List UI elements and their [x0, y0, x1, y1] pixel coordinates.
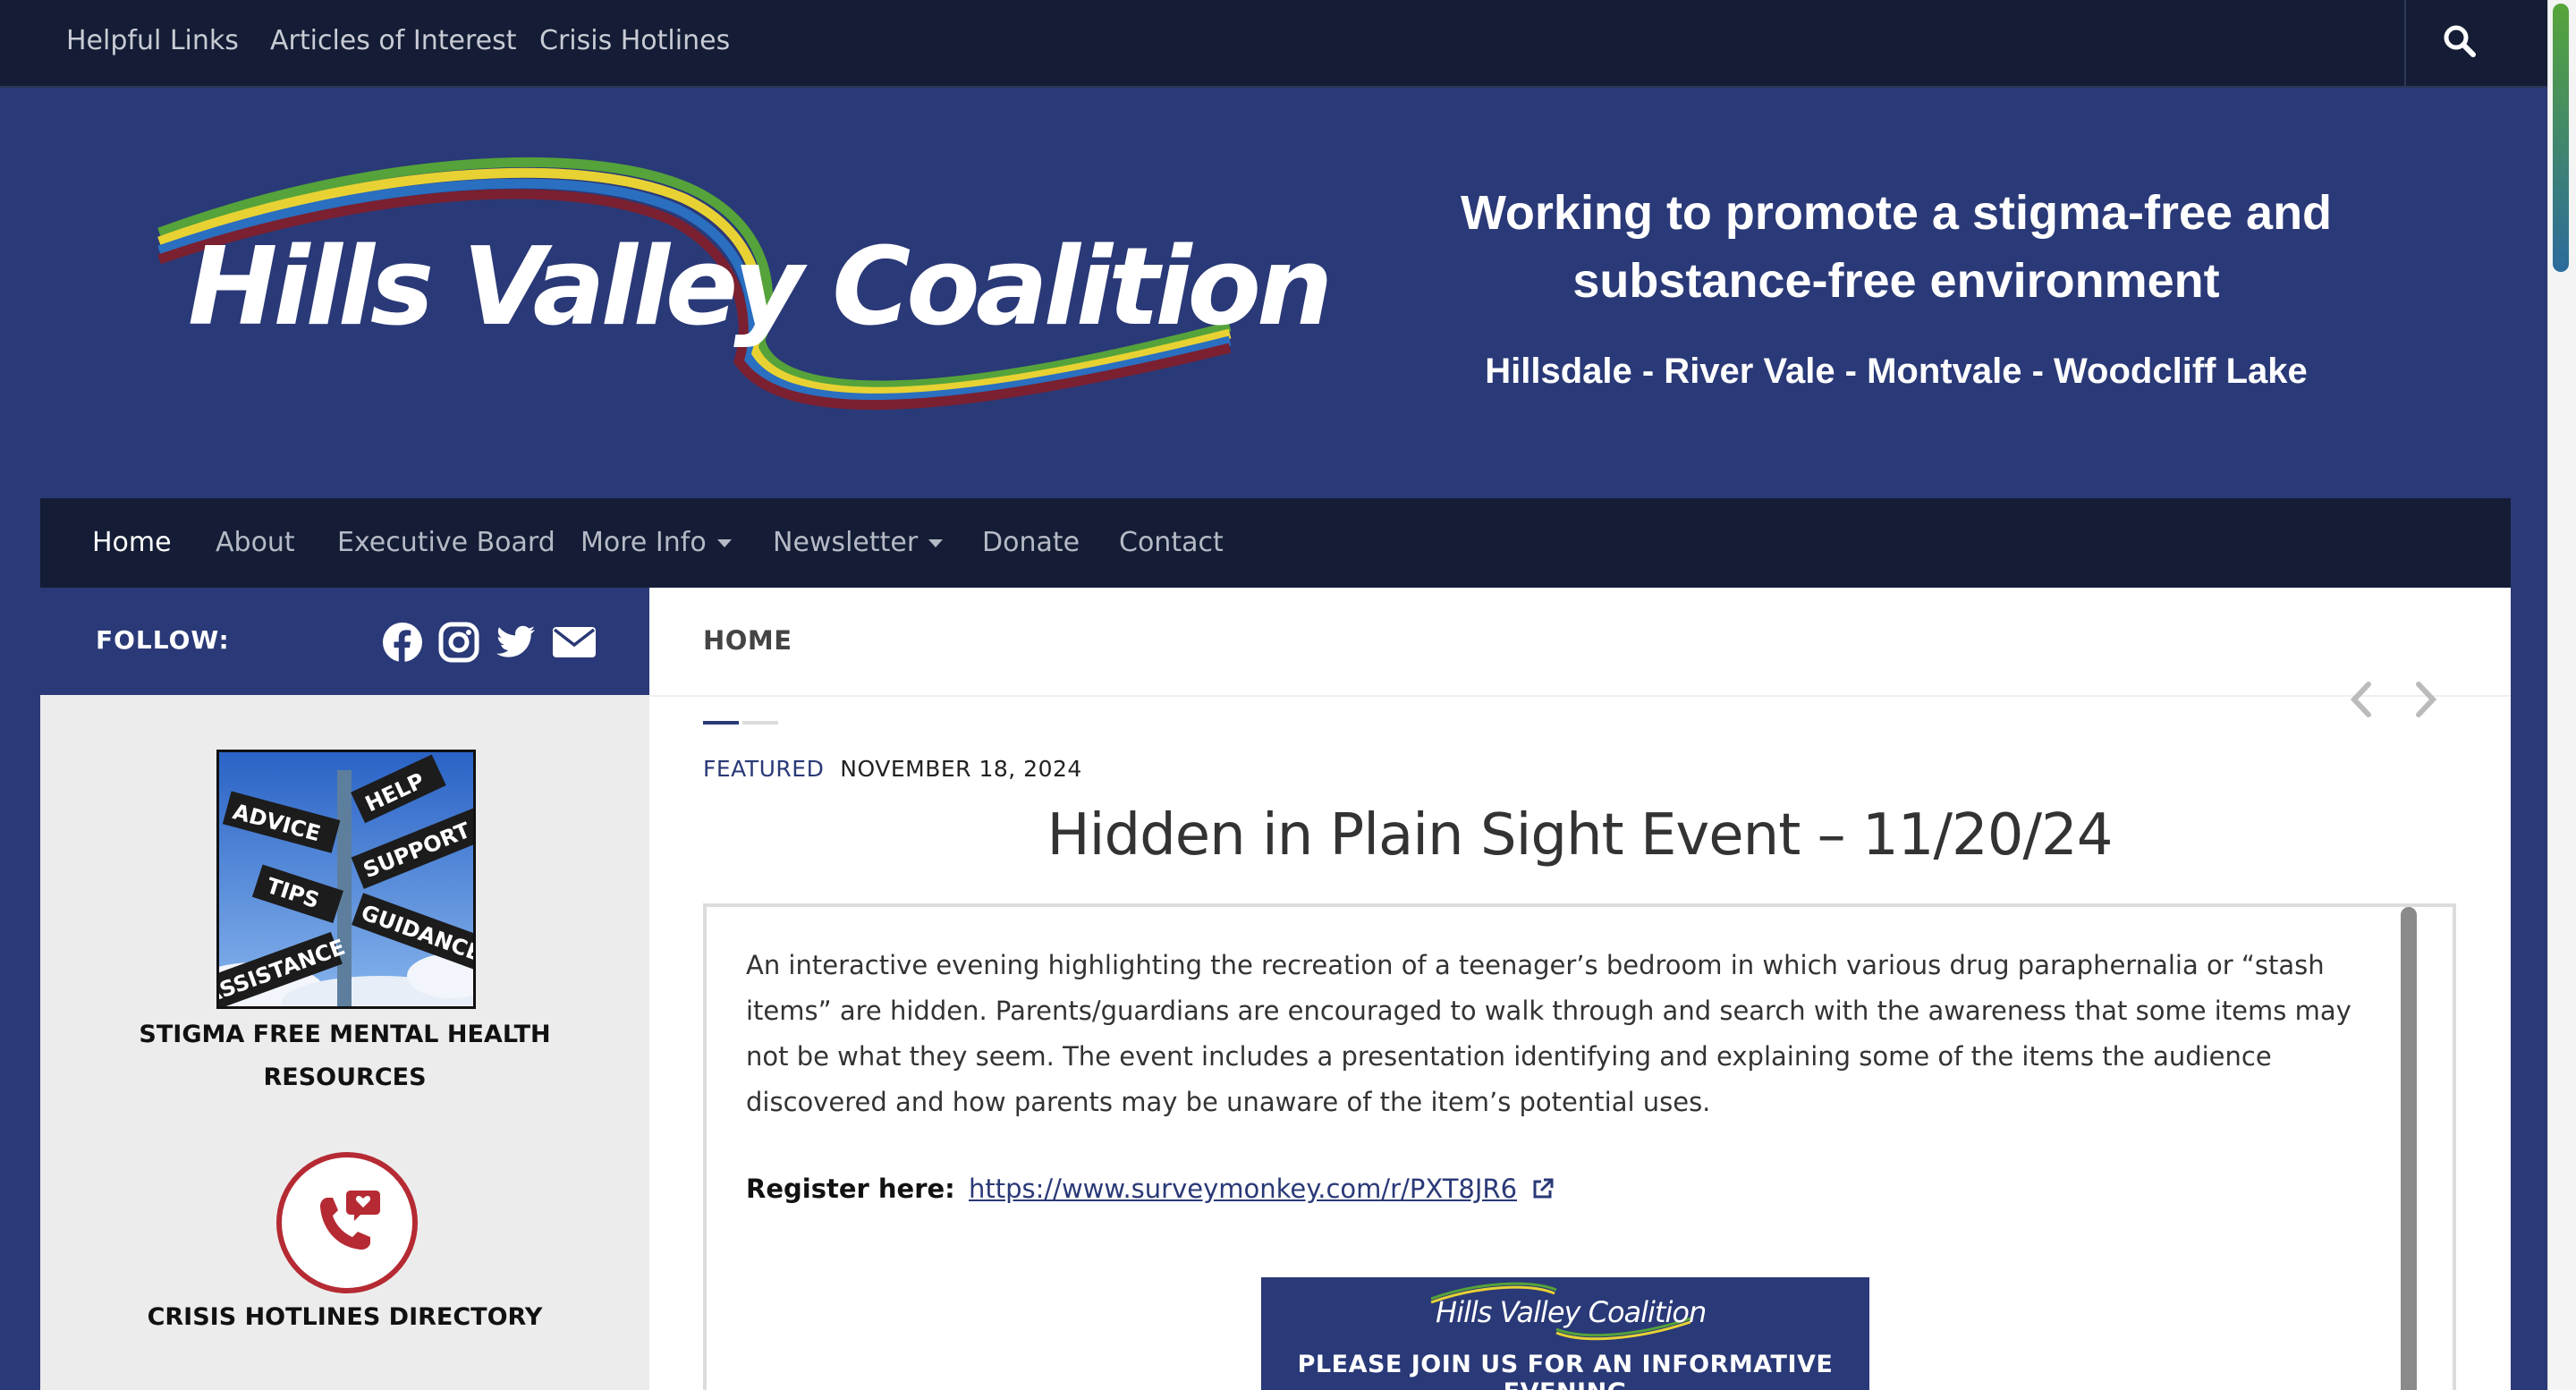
twitter-icon[interactable] [495, 622, 536, 663]
instagram-icon[interactable] [438, 622, 479, 663]
flyer-logo-text: Hills Valley Coalition [1436, 1295, 1707, 1329]
topbar-link-articles-of-interest[interactable]: Articles of Interest [270, 25, 516, 56]
nav-item-newsletter-label: Newsletter [773, 527, 919, 558]
mental-health-title-line-2: RESOURCES [263, 1064, 427, 1091]
nav-item-contact[interactable]: Contact [1119, 527, 1224, 558]
post-title[interactable]: Hidden in Plain Sight Event – 11/20/24 [703, 802, 2456, 869]
header-towns: Hillsdale - River Vale - Montvale - Wood… [1485, 352, 2308, 391]
post-box-scrollbar[interactable] [2401, 907, 2417, 1390]
topbar-link-crisis-hotlines[interactable]: Crisis Hotlines [539, 25, 730, 56]
post-date: NOVEMBER 18, 2024 [840, 756, 1082, 782]
tagline-line-1: Working to promote a stigma-free and [1460, 186, 2333, 240]
search-icon[interactable] [2442, 23, 2478, 59]
main-nav: Home About Executive Board More Info New… [40, 498, 2511, 588]
register-label: Register here: [746, 1174, 955, 1204]
mental-health-resources-image[interactable]: ADVICE HELP SUPPORT TIPS GUIDANCE ASSIST… [216, 750, 476, 1009]
top-bar: Helpful Links Articles of Interest Crisi… [0, 0, 2547, 88]
chevron-down-icon [716, 539, 732, 547]
logo-text: Hills Valley Coalition [188, 225, 1333, 350]
content-divider [649, 695, 2511, 697]
nav-item-about[interactable]: About [216, 527, 295, 558]
signpost-image: ADVICE HELP SUPPORT TIPS GUIDANCE ASSIST… [219, 752, 473, 1006]
envelope-icon[interactable] [551, 622, 597, 663]
nav-item-more-info-label: More Info [580, 527, 707, 558]
post-category[interactable]: FEATURED [703, 756, 824, 782]
post-meta: FEATURED NOVEMBER 18, 2024 [703, 756, 1082, 782]
nav-item-newsletter[interactable]: Newsletter [773, 527, 944, 558]
follow-label: FOLLOW: [96, 625, 230, 655]
post-content-box: An interactive evening highlighting the … [703, 903, 2456, 1390]
mental-health-title-line-1: STIGMA FREE MENTAL HEALTH [139, 1021, 551, 1048]
register-link[interactable]: https://www.surveymonkey.com/r/PXT8JR6 [969, 1174, 1517, 1204]
register-line: Register here: https://www.surveymonkey.… [746, 1174, 1555, 1204]
topbar-link-helpful-links[interactable]: Helpful Links [66, 25, 239, 56]
post-body-text: An interactive evening highlighting the … [746, 950, 2351, 1117]
topbar-divider [2404, 0, 2406, 86]
header-tagline: Working to promote a stigma-free and sub… [1395, 179, 2397, 315]
chevron-right-icon[interactable] [2408, 677, 2444, 722]
main-content: HOME FEATURED NOVEMBER 18, 2024 Hidden i… [649, 588, 2511, 1390]
slider-indicator-active[interactable] [703, 721, 739, 725]
nav-item-more-info[interactable]: More Info [580, 527, 732, 558]
nav-item-home[interactable]: Home [92, 527, 172, 558]
crisis-hotlines-directory-title[interactable]: CRISIS HOTLINES DIRECTORY [94, 1296, 596, 1339]
event-flyer-image[interactable]: Hills Valley Coalition PLEASE JOIN US FO… [1261, 1277, 1869, 1390]
page-scrollbar-thumb[interactable] [2553, 4, 2569, 272]
nav-item-executive-board[interactable]: Executive Board [337, 527, 555, 558]
site-logo[interactable]: Hills Valley Coalition [152, 152, 1333, 438]
follow-bar: FOLLOW: [40, 588, 649, 695]
chevron-left-icon[interactable] [2343, 677, 2379, 722]
flyer-subtitle: PLEASE JOIN US FOR AN INFORMATIVE EVENIN… [1297, 1351, 1834, 1390]
breadcrumb: HOME [703, 625, 792, 656]
external-link-icon[interactable] [1530, 1176, 1555, 1201]
crisis-phone-icon[interactable] [275, 1151, 419, 1294]
tagline-line-2: substance-free environment [1572, 254, 2220, 308]
chevron-down-icon [928, 539, 944, 547]
nav-item-donate[interactable]: Donate [982, 527, 1080, 558]
mental-health-resources-title[interactable]: STIGMA FREE MENTAL HEALTH RESOURCES [94, 1013, 596, 1099]
facebook-icon[interactable] [382, 622, 423, 663]
left-sidebar: ADVICE HELP SUPPORT TIPS GUIDANCE ASSIST… [40, 695, 649, 1390]
slider-indicator-inactive[interactable] [742, 721, 778, 725]
